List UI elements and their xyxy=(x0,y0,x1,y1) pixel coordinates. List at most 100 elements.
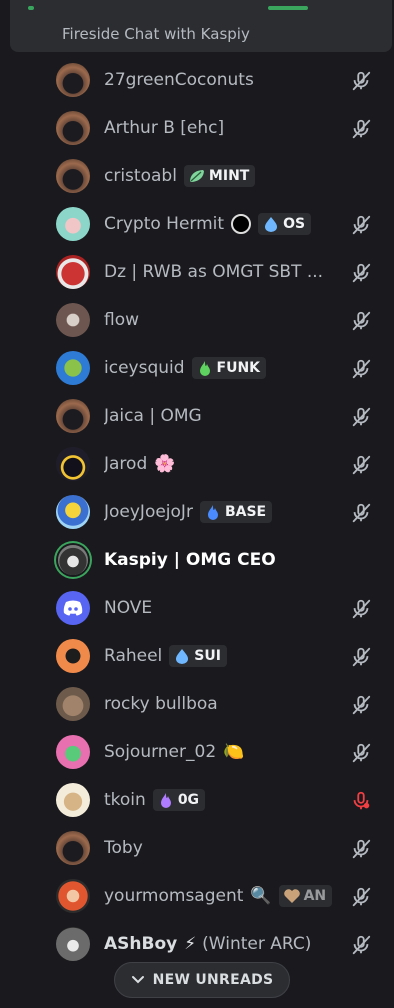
member-emoji: 🍋 xyxy=(223,741,245,762)
discord-logo-avatar[interactable] xyxy=(56,591,90,625)
hooded-figure-avatar[interactable] xyxy=(56,111,90,145)
server-tag[interactable]: OS xyxy=(258,213,312,235)
muted-mic-icon xyxy=(352,359,371,379)
muted-mic-icon xyxy=(352,455,371,475)
speaking-character-avatar[interactable] xyxy=(58,545,88,575)
new-unreads-label: NEW UNREADS xyxy=(152,972,274,988)
cartoon-character-avatar[interactable] xyxy=(56,495,90,529)
grey-creature-avatar[interactable] xyxy=(56,303,90,337)
member-name: JoeyJoejoJr xyxy=(104,502,193,522)
member-emoji: 🌸 xyxy=(154,453,176,474)
member-name: Jaica | OMG xyxy=(104,406,202,426)
muted-mic-icon xyxy=(352,503,371,523)
member-name: rocky bullboa xyxy=(104,694,218,714)
member-name: tkoin xyxy=(104,790,146,810)
leaf-icon xyxy=(189,170,204,182)
member-name: Arthur B [ehc] xyxy=(104,118,225,138)
blue-flame-icon xyxy=(207,505,218,520)
green-squid-avatar[interactable] xyxy=(56,351,90,385)
muted-mic-icon xyxy=(352,407,371,427)
voice-member-row[interactable]: Jarod 🌸 xyxy=(56,442,386,486)
member-name: NOVE xyxy=(104,598,153,618)
server-tag[interactable]: AN xyxy=(278,885,333,907)
lion-face-avatar[interactable] xyxy=(56,783,90,817)
water-drop-icon xyxy=(176,649,189,664)
server-tag-label: OS xyxy=(283,216,306,232)
hooded-figure-avatar[interactable] xyxy=(56,159,90,193)
server-tag[interactable]: FUNK xyxy=(191,357,267,379)
muted-mic-icon xyxy=(352,839,371,859)
member-name: Raheel xyxy=(104,646,163,666)
member-name: Toby xyxy=(104,838,143,858)
new-unreads-button[interactable]: NEW UNREADS xyxy=(114,962,290,998)
member-name: yourmomsagent xyxy=(104,886,244,906)
voice-member-row[interactable]: Toby xyxy=(56,826,386,870)
voice-member-row[interactable]: Jaica | OMG xyxy=(56,394,386,438)
server-tag-label: FUNK xyxy=(216,360,261,376)
green-flame-icon xyxy=(199,361,210,376)
voice-member-row[interactable]: 27greenCoconuts xyxy=(56,58,386,102)
voice-member-row[interactable]: rocky bullboa xyxy=(56,682,386,726)
purple-flame-icon xyxy=(160,793,171,808)
member-name: Crypto Hermit xyxy=(104,214,225,234)
voice-member-row[interactable]: NOVE xyxy=(56,586,386,630)
discord-logo-icon xyxy=(63,600,83,616)
server-tag-label: 0G xyxy=(177,792,200,808)
voice-member-row[interactable]: yourmomsagent 🔍 AN xyxy=(56,874,386,918)
hooded-figure-avatar[interactable] xyxy=(56,399,90,433)
member-name: Dz | RWB as OMGT SBT ... xyxy=(104,262,324,282)
voice-member-row[interactable]: AShBoy ⚡ (Winter ARC) xyxy=(56,922,386,966)
hooded-figure-avatar[interactable] xyxy=(56,63,90,97)
chevron-down-icon xyxy=(131,976,144,984)
member-name-suffix: (Winter ARC) xyxy=(202,934,312,954)
voice-member-row[interactable]: Dz | RWB as OMGT SBT ... xyxy=(56,250,386,294)
voice-member-row[interactable]: Crypto Hermit OS xyxy=(56,202,386,246)
voice-member-row[interactable]: Arthur B [ehc] xyxy=(56,106,386,150)
channel-header[interactable]: Fireside Chat with Kaspiy xyxy=(10,0,392,52)
voice-member-row[interactable]: flow xyxy=(56,298,386,342)
orange-cat-avatar[interactable] xyxy=(56,639,90,673)
server-tag[interactable]: SUI xyxy=(169,645,227,667)
voice-member-row[interactable]: Raheel SUI xyxy=(56,634,386,678)
mic-alert-icon xyxy=(353,791,370,810)
server-tag[interactable]: MINT xyxy=(183,165,256,187)
muted-mic-icon xyxy=(352,215,371,235)
water-drop-icon xyxy=(265,217,278,232)
server-tag[interactable]: 0G xyxy=(152,789,206,811)
server-tag-label: MINT xyxy=(208,168,250,184)
pink-fish-avatar[interactable] xyxy=(56,735,90,769)
voice-member-row[interactable]: Sojourner_02 🍋 xyxy=(56,730,386,774)
voice-member-row[interactable]: JoeyJoejoJr BASE xyxy=(56,490,386,534)
muted-mic-icon xyxy=(352,647,371,667)
hooded-pixel-avatar[interactable] xyxy=(56,447,90,481)
hooded-grey-avatar[interactable] xyxy=(56,927,90,961)
server-tag-label: BASE xyxy=(224,504,267,520)
member-name: AShBoy xyxy=(104,934,178,954)
muted-mic-icon xyxy=(352,887,371,907)
member-name: flow xyxy=(104,310,140,330)
server-tag[interactable]: BASE xyxy=(199,501,273,523)
red-robot-avatar[interactable] xyxy=(56,255,90,289)
muted-mic-icon xyxy=(352,743,371,763)
heart-icon xyxy=(283,889,300,903)
voice-member-row[interactable]: iceysquid FUNK xyxy=(56,346,386,390)
member-name: 27greenCoconuts xyxy=(104,70,254,90)
muted-mic-icon xyxy=(352,71,371,91)
muted-mic-icon xyxy=(352,935,371,955)
dog-face-avatar[interactable] xyxy=(56,687,90,721)
member-emoji: 🔍 xyxy=(250,885,272,906)
voice-member-row[interactable]: cristoabl MINT xyxy=(56,154,386,198)
muted-mic-icon xyxy=(352,311,371,331)
muted-mic-icon xyxy=(352,695,371,715)
member-name: cristoabl xyxy=(104,166,177,186)
server-tag-label: SUI xyxy=(194,648,221,664)
voice-member-row[interactable]: tkoin 0G xyxy=(56,778,386,822)
hooded-figure-avatar[interactable] xyxy=(56,831,90,865)
member-name: Sojourner_02 xyxy=(104,742,217,762)
pixel-character-avatar[interactable] xyxy=(56,207,90,241)
voice-member-row[interactable]: Kaspiy | OMG CEO xyxy=(56,538,386,582)
red-hair-avatar[interactable] xyxy=(56,879,90,913)
channel-title: Fireside Chat with Kaspiy xyxy=(62,25,250,43)
member-name: Jarod xyxy=(104,454,148,474)
muted-mic-icon xyxy=(352,263,371,283)
